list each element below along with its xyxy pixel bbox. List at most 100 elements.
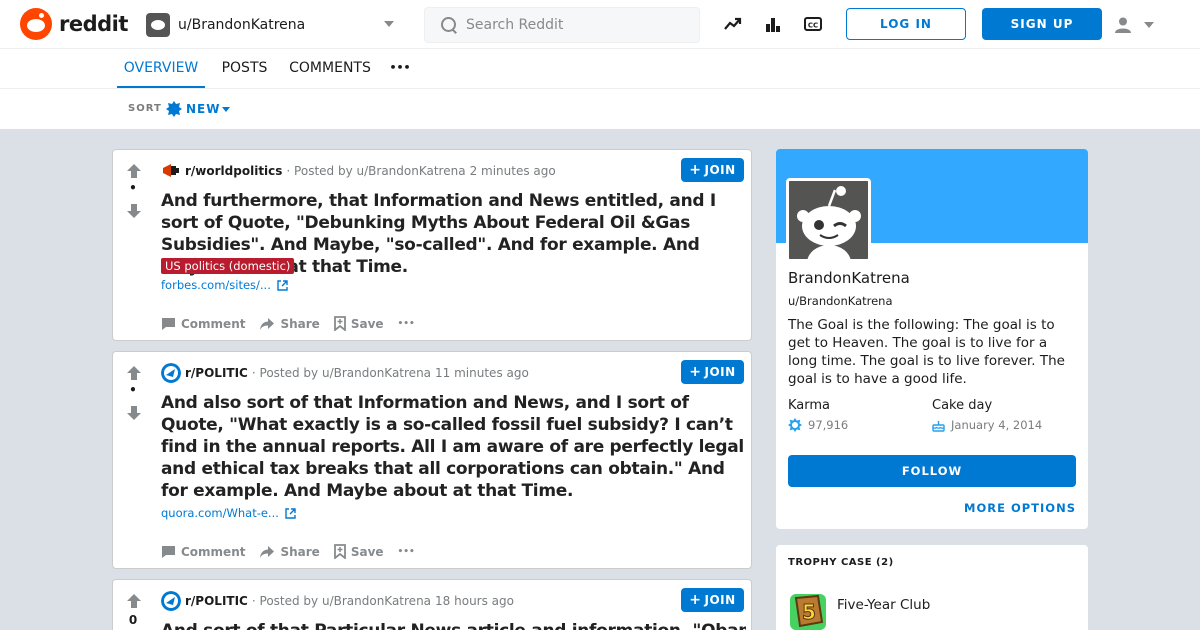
user-menu-dropdown[interactable] [1114, 14, 1160, 36]
upvote-icon[interactable] [127, 594, 141, 608]
karma-icon [788, 418, 802, 432]
join-button[interactable]: + JOIN [681, 158, 744, 182]
login-button[interactable]: LOG IN [846, 8, 966, 40]
search-input[interactable] [466, 17, 686, 33]
post-score: • [129, 181, 137, 195]
tab-more-menu[interactable]: ••• [386, 49, 414, 88]
current-user-name: u/BrandonKatrena [178, 17, 306, 33]
karma-label: Karma [788, 398, 831, 413]
comment-icon [162, 545, 175, 558]
post-time[interactable]: 18 hours ago [435, 594, 514, 608]
post-score: 0 [128, 613, 138, 627]
share-label: Share [280, 316, 320, 331]
join-button[interactable]: + JOIN [681, 588, 744, 612]
post-time[interactable]: 11 minutes ago [435, 366, 529, 380]
join-button[interactable]: + JOIN [681, 360, 744, 384]
post-link-text[interactable]: quora.com/What-e... [161, 506, 279, 520]
plus-icon: + [689, 364, 702, 380]
post-link-text[interactable]: forbes.com/sites/... [161, 278, 271, 292]
chevron-down-icon [1144, 22, 1154, 28]
share-button[interactable]: Share [259, 316, 320, 331]
subreddit-link[interactable]: r/POLITIC [185, 366, 248, 380]
post-card[interactable]: • r/POLITIC · Posted by u/BrandonKatrena… [112, 351, 752, 569]
chevron-down-icon[interactable] [222, 107, 230, 112]
search-bar[interactable] [424, 7, 700, 43]
comment-label: Comment [181, 316, 246, 331]
post-score: • [129, 383, 137, 397]
reddit-snoo-icon [20, 8, 52, 40]
sort-label: SORT [128, 103, 162, 114]
posted-by[interactable]: · Posted by u/BrandonKatrena [286, 164, 465, 178]
post-flair[interactable]: US politics (domestic) [161, 258, 295, 274]
trophy-case: TROPHY CASE (2) 5 Five-Year Club [776, 545, 1088, 630]
share-icon [260, 317, 275, 330]
post-link[interactable]: quora.com/What-e... [161, 506, 296, 520]
post-meta: r/POLITIC · Posted by u/BrandonKatrena 1… [161, 591, 514, 611]
user-icon [1115, 17, 1131, 33]
share-label: Share [280, 544, 320, 559]
svg-text:CC: CC [808, 22, 818, 30]
karma-number: 97,916 [808, 418, 849, 432]
post-title[interactable]: And sort of that Particular News article… [161, 620, 746, 630]
subreddit-link[interactable]: r/worldpolitics [185, 164, 282, 178]
comment-button[interactable]: Comment [161, 317, 245, 331]
posted-by[interactable]: · Posted by u/BrandonKatrena [252, 594, 431, 608]
posted-by[interactable]: · Posted by u/BrandonKatrena [252, 366, 431, 380]
upvote-icon[interactable] [127, 366, 141, 380]
svg-text:5: 5 [802, 600, 816, 624]
user-switcher[interactable]: u/BrandonKatrena [146, 8, 402, 42]
save-button[interactable]: Save [333, 544, 384, 559]
plus-icon: + [689, 162, 702, 178]
cakeday-value: January 4, 2014 [932, 418, 1042, 432]
trophy-name[interactable]: Five-Year Club [837, 597, 930, 613]
profile-avatar [786, 178, 871, 262]
external-link-icon [285, 507, 296, 519]
tab-comments[interactable]: COMMENTS [285, 49, 375, 88]
post-card[interactable]: • r/worldpolitics · Posted by u/BrandonK… [112, 149, 752, 341]
subreddit-icon [161, 363, 181, 383]
join-label: JOIN [704, 365, 736, 379]
trending-icon[interactable] [723, 14, 743, 34]
share-icon [260, 545, 275, 558]
top-header: reddit u/BrandonKatrena CC LOG IN SIGN U… [0, 0, 1200, 49]
post-actions: Comment Share Save ••• [161, 316, 429, 331]
more-options-button[interactable]: MORE OPTIONS [964, 501, 1076, 515]
more-options-icon[interactable]: ••• [398, 547, 415, 557]
save-button[interactable]: Save [333, 316, 384, 331]
follow-button[interactable]: FOLLOW [788, 455, 1076, 487]
more-options-icon[interactable]: ••• [398, 319, 415, 329]
plus-icon: + [689, 592, 702, 608]
five-year-club-icon: 5 [790, 594, 826, 630]
post-time[interactable]: 2 minutes ago [470, 164, 556, 178]
karma-value: 97,916 [788, 418, 848, 432]
closed-caption-icon[interactable]: CC [803, 14, 823, 34]
post-actions: Comment Share Save ••• [161, 544, 429, 559]
reddit-logo[interactable]: reddit [20, 8, 128, 40]
profile-tabs: OVERVIEW POSTS COMMENTS ••• [0, 49, 1200, 89]
leaderboard-icon[interactable] [763, 14, 783, 34]
subreddit-link[interactable]: r/POLITIC [185, 594, 248, 608]
post-meta: r/POLITIC · Posted by u/BrandonKatrena 1… [161, 363, 529, 383]
cake-icon [932, 420, 945, 432]
post-meta: r/worldpolitics · Posted by u/BrandonKat… [161, 161, 556, 181]
logo-text: reddit [59, 12, 128, 36]
profile-username: u/BrandonKatrena [788, 294, 893, 308]
tab-overview[interactable]: OVERVIEW [117, 49, 205, 88]
signup-button[interactable]: SIGN UP [982, 8, 1102, 40]
join-label: JOIN [704, 163, 736, 177]
post-link[interactable]: forbes.com/sites/... [161, 278, 288, 292]
post-card[interactable]: 0 r/POLITIC · Posted by u/BrandonKatrena… [112, 579, 752, 630]
sort-dropdown[interactable]: NEW [186, 102, 220, 116]
profile-description: The Goal is the following: The goal is t… [788, 317, 1065, 387]
tab-posts[interactable]: POSTS [216, 49, 273, 88]
subreddit-icon [161, 591, 181, 611]
upvote-icon[interactable] [127, 164, 141, 178]
downvote-icon[interactable] [127, 406, 141, 420]
comment-button[interactable]: Comment [161, 545, 245, 559]
bookmark-icon [333, 544, 346, 559]
share-button[interactable]: Share [259, 544, 320, 559]
post-title[interactable]: And also sort of that Information and Ne… [161, 392, 746, 502]
external-link-icon [277, 279, 288, 291]
trophy-case-title: TROPHY CASE (2) [788, 557, 894, 568]
downvote-icon[interactable] [127, 204, 141, 218]
